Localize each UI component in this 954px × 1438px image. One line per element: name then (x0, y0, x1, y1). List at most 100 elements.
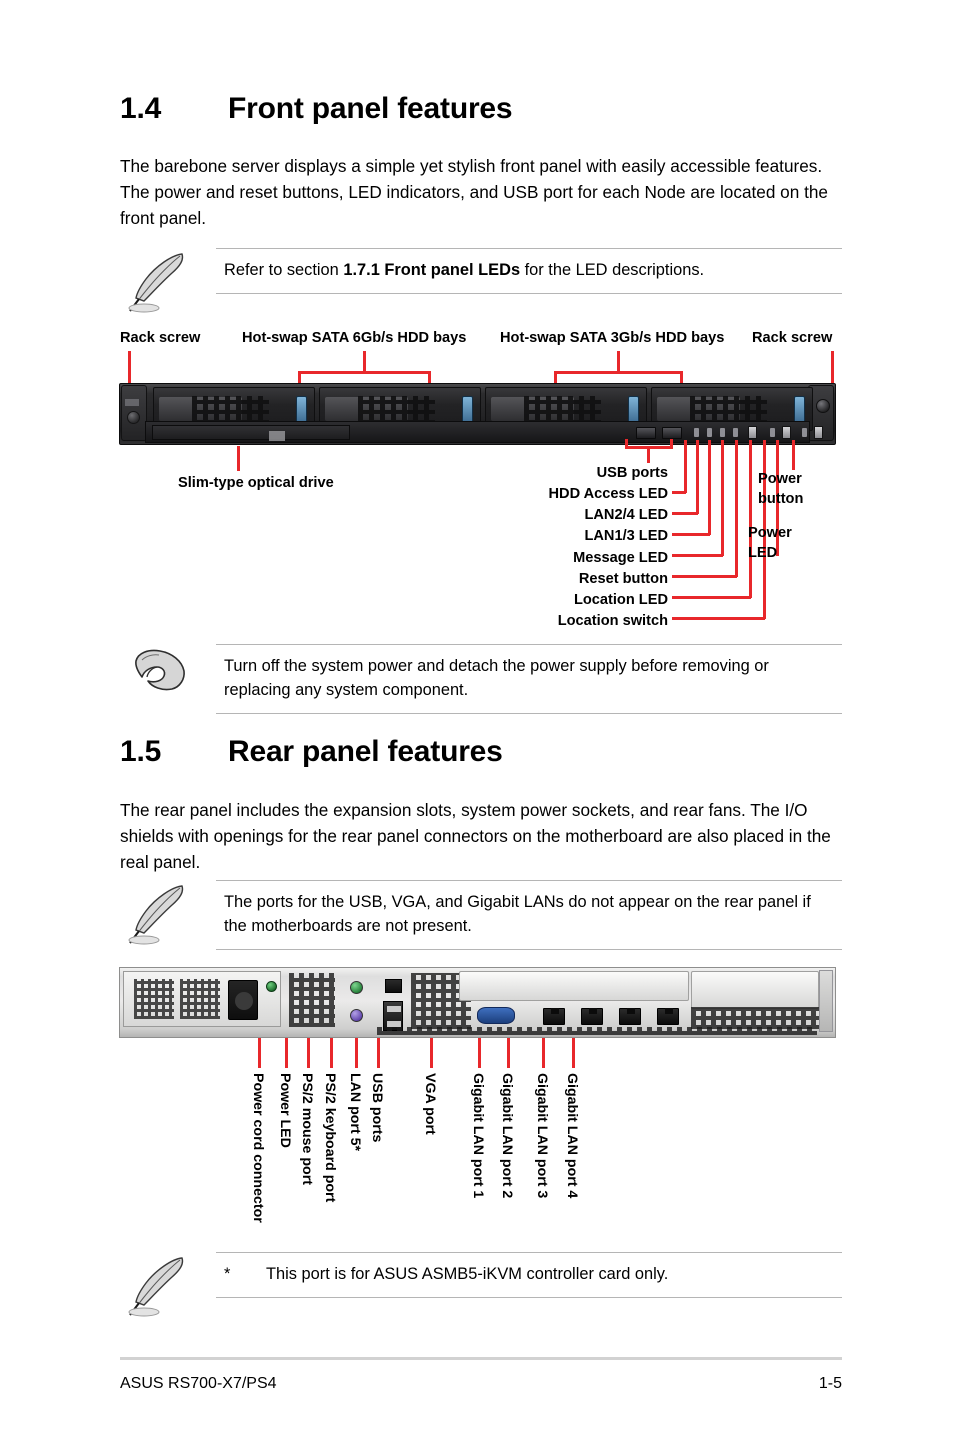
leader-optical-drive (237, 446, 240, 471)
ps2-mouse-port[interactable] (350, 981, 363, 994)
reset-button[interactable] (748, 426, 757, 439)
section-heading-1-5: 1.5 Rear panel features (120, 735, 503, 769)
section-title: Front panel features (228, 92, 513, 125)
note-front-panel-leds: Refer to section 1.7.1 Front panel LEDs … (120, 248, 842, 313)
callout-lan24-led: LAN2/4 LED (584, 507, 668, 523)
note-footnote: * This port is for ASUS ASMB5-iKVM contro… (120, 1252, 842, 1317)
rear-panel-photo (119, 967, 836, 1038)
hdd-tray-vents (358, 396, 436, 424)
gigabit-lan-port-2[interactable] (581, 1008, 603, 1025)
power-supply-unit (123, 971, 281, 1027)
leader-lan24-v (696, 440, 699, 514)
section-heading-1-4: 1.4 Front panel features (120, 92, 513, 126)
note-bottom-rule (216, 1297, 842, 1298)
note-text-power-warning: Turn off the system power and detach the… (224, 657, 769, 699)
callout-power-cord-connector: Power cord connector (250, 1073, 266, 1223)
leader-lan24-h (672, 512, 698, 515)
callout-rear-power-led: Power LED (277, 1073, 293, 1148)
leader-6gb-stem (363, 351, 366, 373)
leader-usb-ports-rear (377, 1038, 380, 1068)
note-bottom-rule (216, 713, 842, 714)
hdd-tray-latch (296, 396, 307, 424)
section-title: Rear panel features (228, 735, 503, 768)
leader-location-led-h (672, 596, 751, 599)
section-1-4-body: The barebone server displays a simple ye… (120, 156, 828, 228)
rack-screw-right (816, 399, 830, 413)
lan24-led (707, 428, 712, 437)
dvd-logo (269, 431, 285, 441)
gigabit-lan-port-1[interactable] (543, 1008, 565, 1025)
callout-gigabit-lan-port-2: Gigabit LAN port 2 (499, 1073, 515, 1199)
callout-hdd-bays-3gb: Hot-swap SATA 3Gb/s HDD bays (500, 330, 725, 346)
callout-hdd-access-led: HDD Access LED (548, 486, 669, 502)
power-led (802, 428, 807, 437)
callout-power-button-line1: Power (758, 471, 802, 487)
leader-usb-right (670, 439, 673, 448)
callout-power-led-line2: LED (748, 545, 778, 561)
callout-slim-optical-drive: Slim-type optical drive (178, 475, 334, 491)
front-panel-photo (119, 383, 836, 445)
footnote-marker: * (224, 1265, 231, 1283)
leader-lan13-v (708, 440, 711, 535)
footer-page-number: 1-5 (818, 1375, 842, 1392)
note-text-front-panel-leds: Refer to section 1.7.1 Front panel LEDs … (216, 249, 842, 293)
hdd-tray-latch (628, 396, 639, 424)
callout-usb-ports: USB ports (596, 465, 668, 481)
callout-rack-screw-right: Rack screw (752, 330, 833, 346)
note-text-rear-ports: The ports for the USB, VGA, and Gigabit … (224, 893, 811, 935)
location-switch[interactable] (782, 426, 791, 439)
lan-port-5[interactable] (385, 979, 402, 993)
psu-vent-right (180, 979, 220, 1019)
leader-lan-port-5 (355, 1038, 358, 1068)
gigabit-lan-port-4[interactable] (657, 1008, 679, 1025)
rear-power-led (266, 981, 277, 992)
note-bottom-rule (216, 949, 842, 950)
section-1-5-body: The rear panel includes the expansion sl… (120, 800, 831, 872)
feather-note-icon (128, 1257, 184, 1317)
leader-usb-left (625, 439, 628, 448)
usb-port-2 (662, 427, 682, 439)
leader-power-button (792, 440, 795, 470)
power-cord-connector[interactable] (228, 980, 258, 1020)
location-led (770, 428, 775, 437)
callout-reset-button: Reset button (578, 571, 668, 587)
expansion-slot-cover-1 (459, 971, 689, 1001)
leader-3gb-stem (617, 351, 620, 373)
leader-3gb-bridge (554, 371, 682, 374)
callout-hdd-bays-6gb: Hot-swap SATA 6Gb/s HDD bays (242, 330, 467, 346)
callout-power-button-line2: button (758, 491, 804, 507)
leader-reset-v (735, 440, 738, 577)
usb-port-1 (636, 427, 656, 439)
power-button[interactable] (814, 426, 823, 439)
leader-message-v (721, 440, 724, 556)
callout-gigabit-lan-port-3: Gigabit LAN port 3 (534, 1073, 550, 1199)
callout-message-led: Message LED (573, 550, 668, 566)
note-text-bold: 1.7.1 Front panel LEDs (343, 261, 521, 279)
callout-location-switch: Location switch (557, 613, 668, 629)
feather-note-icon (128, 885, 184, 945)
leader-hdd-access-h (672, 491, 686, 494)
section-number: 1.4 (120, 92, 162, 125)
callout-lan13-led: LAN1/3 LED (584, 528, 668, 544)
callout-ps2-mouse-port: PS/2 mouse port (299, 1073, 315, 1185)
leader-rear-power-led (285, 1038, 288, 1068)
leader-power-cord-connector (258, 1038, 261, 1068)
callout-ps2-keyboard-port: PS/2 keyboard port (322, 1073, 338, 1203)
ps2-keyboard-port[interactable] (350, 1009, 363, 1022)
leader-gigabit-lan-4 (572, 1038, 575, 1068)
feather-note-icon (128, 253, 184, 313)
gigabit-lan-port-3[interactable] (619, 1008, 641, 1025)
callout-gigabit-lan-port-1: Gigabit LAN port 1 (470, 1073, 486, 1199)
rack-screw-left (127, 411, 140, 424)
note-power-warning: Turn off the system power and detach the… (120, 644, 842, 714)
slim-optical-drive (152, 425, 350, 441)
hdd-access-led (694, 428, 699, 437)
vga-port[interactable] (477, 1007, 515, 1024)
callout-gigabit-lan-port-4: Gigabit LAN port 4 (564, 1073, 580, 1199)
psu-vent-left (134, 979, 174, 1019)
hand-caution-icon (135, 649, 185, 691)
leader-6gb-bridge (298, 371, 430, 374)
leader-usb-stem (647, 446, 650, 463)
leader-gigabit-lan-3 (542, 1038, 545, 1068)
io-shield-vent-left (289, 973, 335, 1027)
